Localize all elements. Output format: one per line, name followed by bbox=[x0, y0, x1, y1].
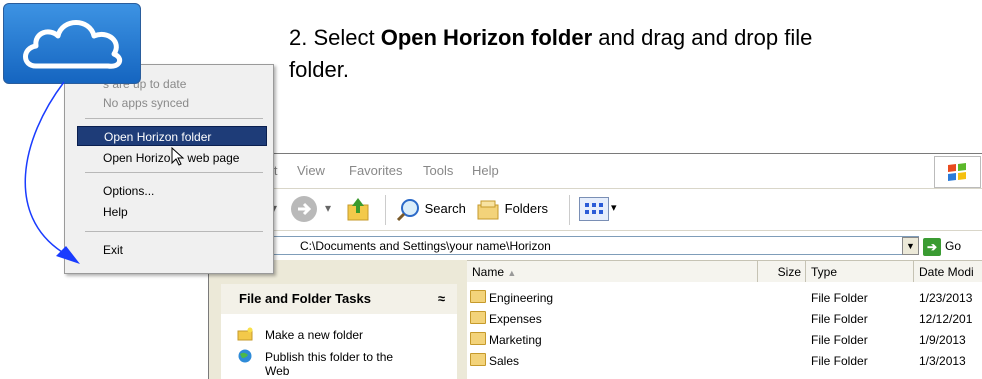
menu-item-open-horizon-web-page[interactable]: Open Horizo web page bbox=[77, 146, 267, 168]
instruction-text: 2. Select Open Horizon folder and drag a… bbox=[289, 22, 982, 86]
task-make-new-folder[interactable]: Make a new folder bbox=[221, 327, 457, 342]
search-icon bbox=[396, 198, 419, 221]
instruction-bold: Open Horizon folder bbox=[380, 25, 593, 50]
menu-item-open-horizon-folder[interactable]: Open Horizon folder bbox=[77, 126, 267, 146]
new-folder-icon bbox=[237, 327, 253, 341]
file-type: File Folder bbox=[811, 354, 868, 368]
forward-arrow-icon[interactable] bbox=[289, 194, 319, 229]
publish-icon bbox=[238, 349, 252, 363]
menu-favorites[interactable]: Favorites bbox=[349, 163, 402, 178]
toolbar: ▾ ▾ Search Folders ▾ bbox=[209, 188, 982, 231]
column-header-date[interactable]: Date Modi bbox=[913, 261, 982, 283]
address-bar: C:\Documents and Settings\your name\Hori… bbox=[209, 230, 982, 261]
menu-tools[interactable]: Tools bbox=[423, 163, 453, 178]
file-date: 1/9/2013 bbox=[919, 333, 966, 347]
folders-button[interactable]: Folders bbox=[475, 195, 548, 223]
task-publish-folder[interactable]: Publish this folder to the Web bbox=[221, 349, 457, 378]
file-date: 1/3/2013 bbox=[919, 354, 966, 368]
file-type: File Folder bbox=[811, 312, 868, 326]
cloud-logo-icon bbox=[3, 3, 141, 84]
instruction-line-1: 2. Select Open Horizon folder and drag a… bbox=[289, 25, 813, 50]
tray-context-menu: s are up to date No apps synced Open Hor… bbox=[64, 64, 274, 274]
windows-logo-icon bbox=[934, 156, 981, 188]
file-name: Engineering bbox=[470, 288, 553, 309]
task-pane-title[interactable]: File and Folder Tasks ≈ bbox=[221, 284, 457, 314]
forward-dropdown-icon[interactable]: ▾ bbox=[325, 201, 331, 215]
folder-icon bbox=[470, 332, 486, 345]
mouse-cursor-icon bbox=[170, 146, 187, 168]
menu-item-exit[interactable]: Exit bbox=[77, 240, 267, 260]
menu-separator bbox=[85, 172, 263, 173]
address-input[interactable]: C:\Documents and Settings\your name\Hori… bbox=[269, 236, 919, 255]
menu-view[interactable]: View bbox=[297, 163, 325, 178]
menu-separator bbox=[85, 118, 263, 119]
file-type: File Folder bbox=[811, 333, 868, 347]
menu-item-options[interactable]: Options... bbox=[77, 181, 267, 201]
up-folder-icon[interactable] bbox=[345, 195, 371, 228]
file-type: File Folder bbox=[811, 291, 868, 305]
file-row[interactable]: Sales File Folder 1/3/2013 bbox=[467, 351, 982, 372]
column-header-name[interactable]: Name ▲ bbox=[467, 261, 757, 283]
collapse-icon[interactable]: ≈ bbox=[438, 284, 445, 314]
views-icon[interactable] bbox=[579, 197, 609, 221]
task-box: File and Folder Tasks ≈ Make a new folde… bbox=[221, 284, 457, 379]
go-button[interactable]: ➔ Go bbox=[923, 235, 982, 257]
file-row[interactable]: Engineering File Folder 1/23/2013 bbox=[467, 288, 982, 309]
file-name: Expenses bbox=[470, 309, 542, 330]
column-header-size[interactable]: Size bbox=[757, 261, 805, 283]
file-date: 1/23/2013 bbox=[919, 291, 973, 305]
go-arrow-icon: ➔ bbox=[923, 237, 941, 256]
menu-item-no-apps-synced: No apps synced bbox=[103, 96, 190, 110]
folder-icon bbox=[470, 353, 486, 366]
file-row[interactable]: Marketing File Folder 1/9/2013 bbox=[467, 330, 982, 351]
menu-help[interactable]: Help bbox=[472, 163, 499, 178]
file-date: 12/12/201 bbox=[919, 312, 973, 326]
explorer-window: it View Favorites Tools Help ▾ ▾ Search bbox=[208, 153, 982, 379]
file-name: Marketing bbox=[470, 330, 542, 351]
folder-icon bbox=[470, 290, 486, 303]
file-name: Sales bbox=[470, 351, 519, 372]
sort-ascending-icon: ▲ bbox=[507, 268, 517, 278]
file-row[interactable]: Expenses File Folder 12/12/201 bbox=[467, 309, 982, 330]
task-pane: File and Folder Tasks ≈ Make a new folde… bbox=[209, 260, 467, 379]
folder-icon bbox=[470, 311, 486, 324]
file-list: Engineering File Folder 1/23/2013 Expens… bbox=[467, 282, 982, 379]
search-button[interactable]: Search bbox=[395, 195, 466, 223]
menu-bar: it View Favorites Tools Help bbox=[209, 154, 982, 188]
column-header-type[interactable]: Type bbox=[805, 261, 913, 283]
column-header-row: Name ▲ Size Type Date Modi bbox=[467, 260, 982, 284]
menu-separator bbox=[85, 231, 263, 232]
instruction-line-2: folder. bbox=[289, 57, 349, 82]
views-dropdown-icon[interactable]: ▾ bbox=[611, 201, 617, 214]
folders-icon bbox=[477, 200, 499, 220]
menu-item-help[interactable]: Help bbox=[77, 202, 267, 222]
address-dropdown-icon[interactable]: ▼ bbox=[902, 237, 919, 255]
